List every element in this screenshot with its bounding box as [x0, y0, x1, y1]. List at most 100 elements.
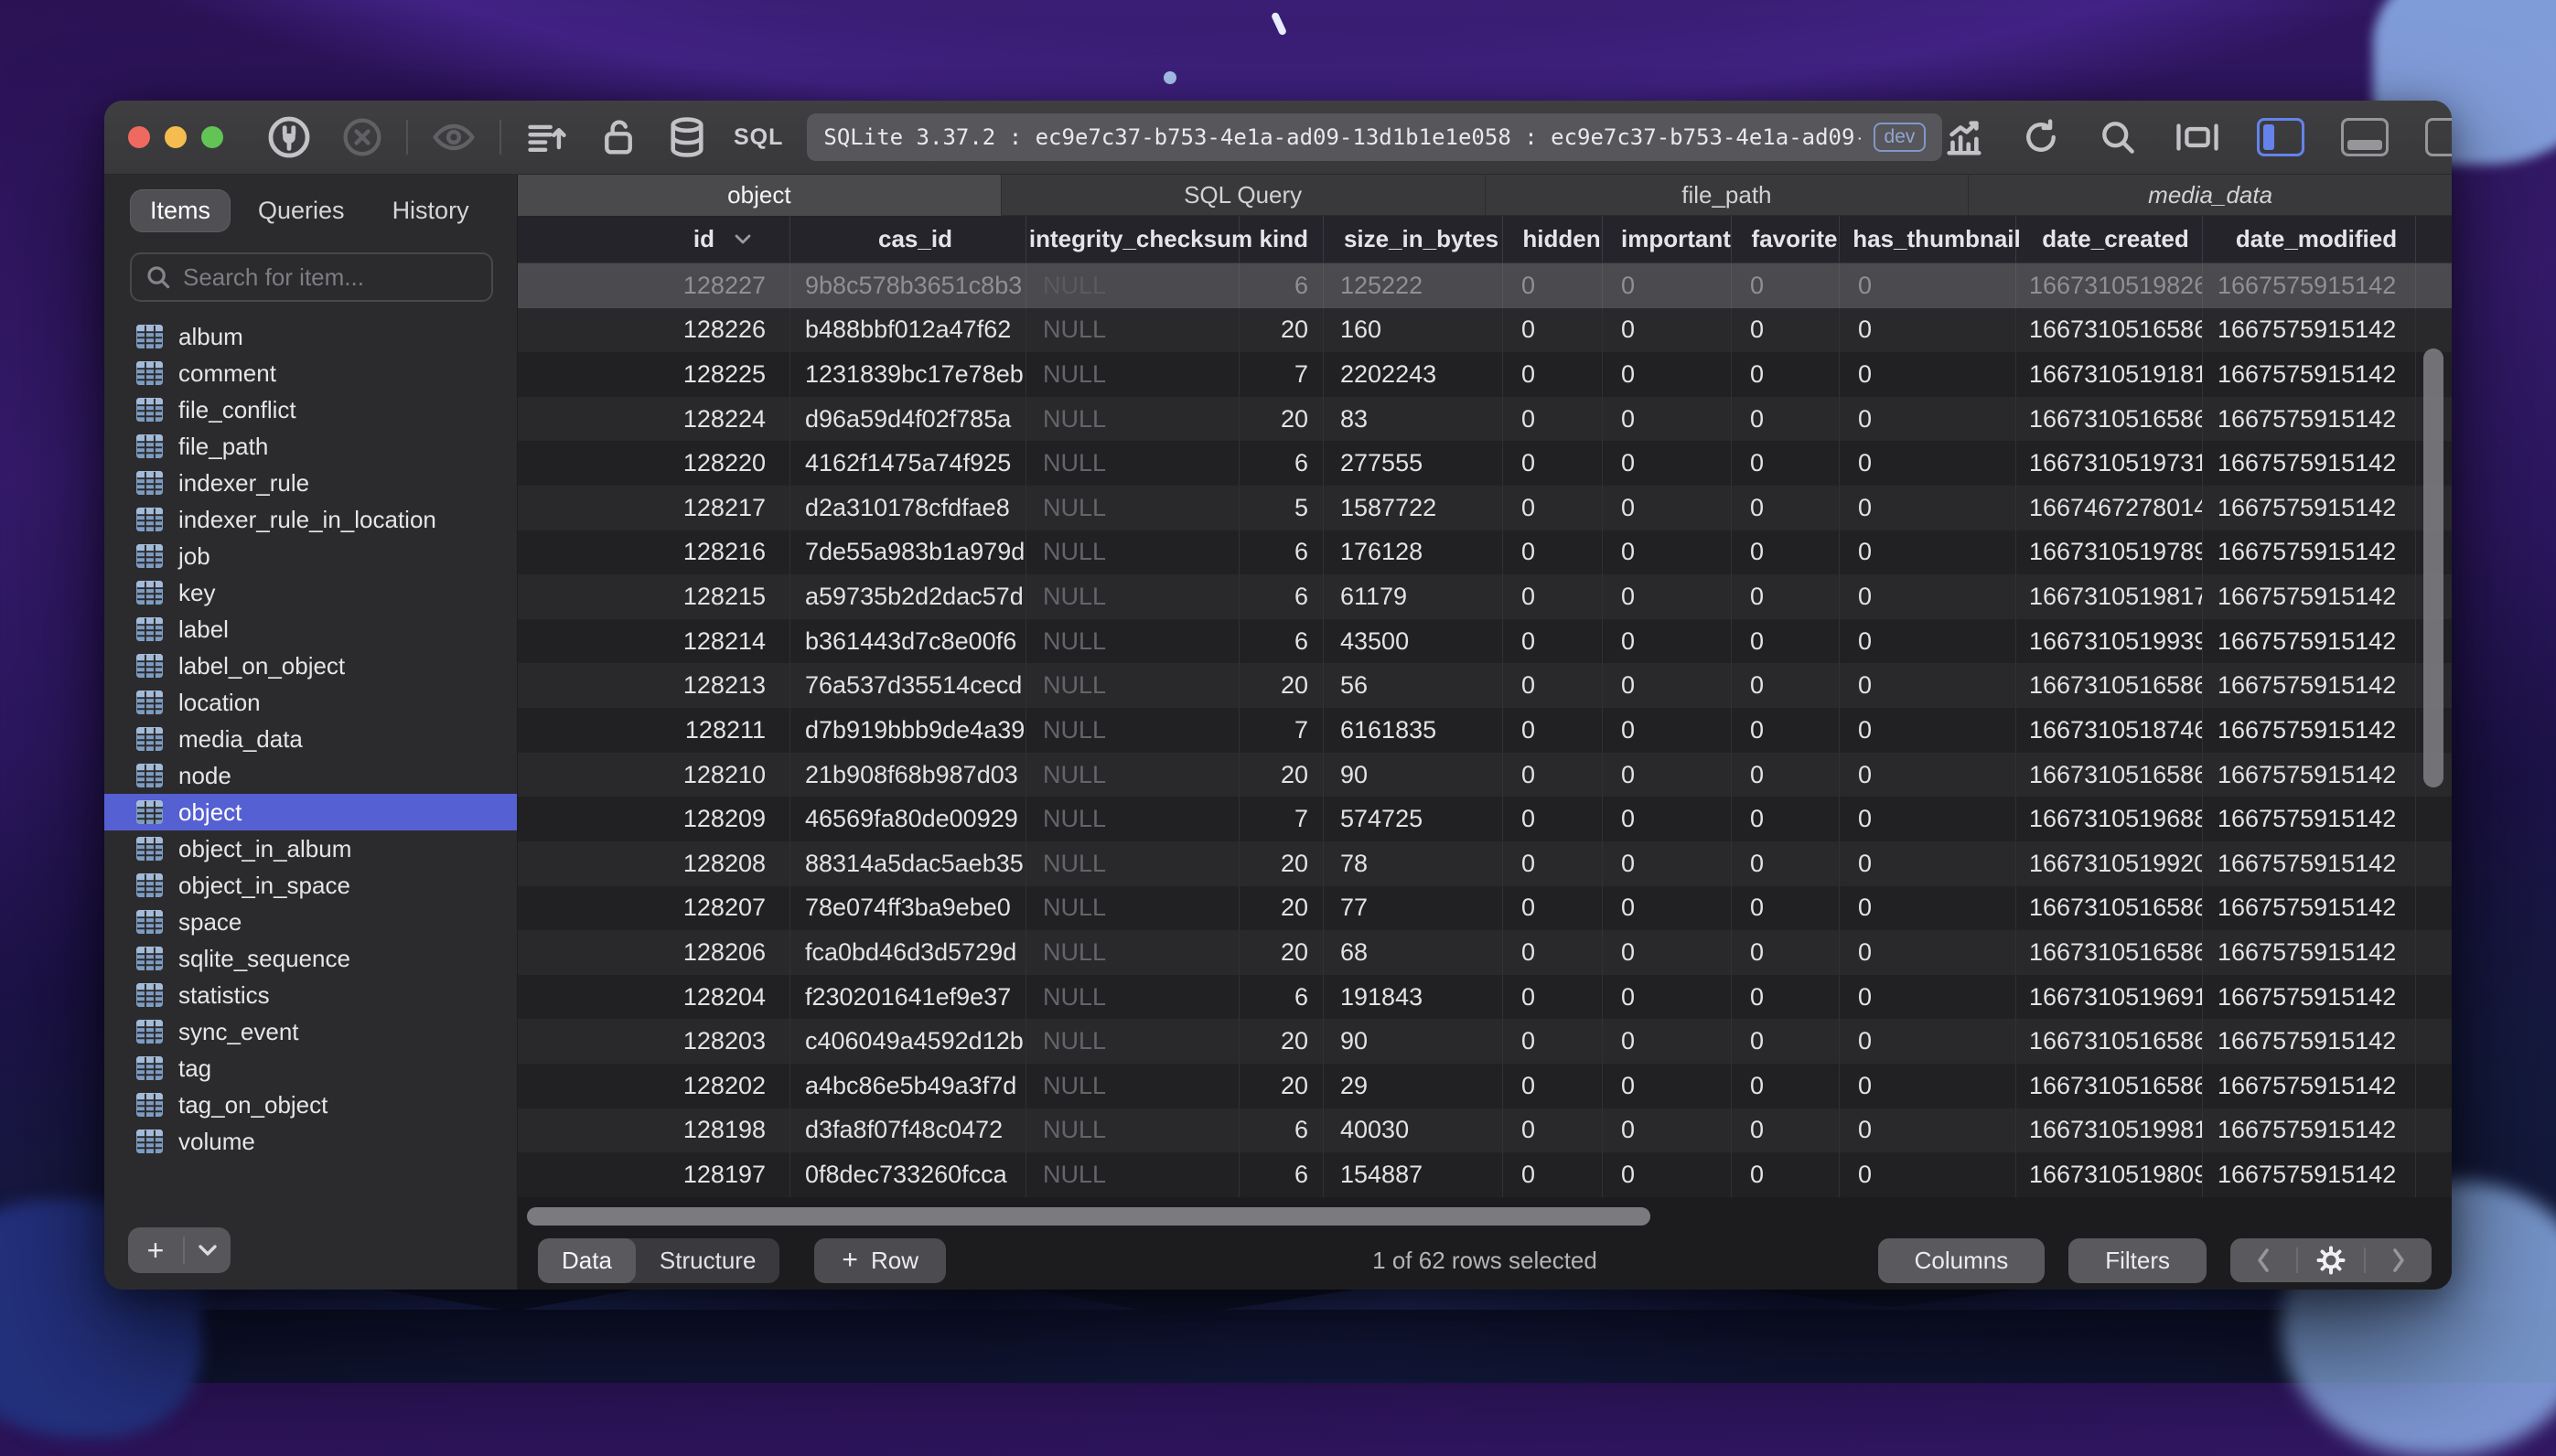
cell-favorite: 0 — [1732, 618, 1840, 664]
sidebar-item[interactable]: comment — [104, 355, 517, 391]
next-page-button[interactable] — [2366, 1238, 2432, 1282]
sidebar-tabs: Items Queries History — [104, 175, 517, 238]
connection-title-field[interactable]: SQLite 3.37.2 : ec9e7c37-b753-4e1a-ad09-… — [807, 113, 1943, 161]
table-row[interactable]: 128217 d2a310178cfdfae8 NULL 5 1587722 0… — [518, 486, 2452, 530]
cell-gutter — [2416, 797, 2452, 841]
sidebar-item[interactable]: label — [104, 611, 517, 648]
document-tab[interactable]: media_data — [1969, 175, 2452, 216]
table-row[interactable]: 128198 d3fa8f07f48c0472 NULL 6 40030 0 0… — [518, 1108, 2452, 1153]
sidebar-item[interactable]: key — [104, 574, 517, 611]
sidebar-item-label: tag_on_object — [178, 1090, 328, 1119]
dev-badge: dev — [1873, 123, 1927, 152]
column-header-cas-id[interactable]: cas_id — [790, 216, 1026, 262]
document-tab[interactable]: SQL Query — [1001, 175, 1486, 216]
previous-page-button[interactable] — [2230, 1238, 2296, 1282]
column-header-size-in-bytes[interactable]: size_in_bytes — [1324, 216, 1503, 262]
minimize-window-button[interactable] — [165, 126, 187, 148]
sidebar-item[interactable]: space — [104, 904, 517, 940]
structure-view-button[interactable]: Structure — [636, 1238, 780, 1283]
table-row[interactable]: 128213 76a537d35514cecd NULL 20 56 0 0 0… — [518, 663, 2452, 709]
sidebar-item[interactable]: indexer_rule — [104, 465, 517, 501]
sidebar-item[interactable]: volume — [104, 1123, 517, 1160]
sidebar-item[interactable]: label_on_object — [104, 648, 517, 684]
sidebar-item[interactable]: sync_event — [104, 1013, 517, 1050]
column-header-kind[interactable]: kind — [1240, 216, 1324, 262]
table-row[interactable]: 128220 4162f1475a74f925 NULL 6 277555 0 … — [518, 441, 2452, 487]
sidebar-tab[interactable]: Queries — [238, 189, 365, 232]
data-view-button[interactable]: Data — [538, 1237, 636, 1283]
table-row[interactable]: 128225 1231839bc17e78eb NULL 7 2202243 0… — [518, 352, 2452, 397]
column-header-date-created[interactable]: date_created — [2016, 216, 2203, 262]
sidebar-item[interactable]: object_in_space — [104, 867, 517, 904]
table-row[interactable]: 128214 b361443d7c8e00f6 NULL 6 43500 0 0… — [518, 618, 2452, 664]
table-row[interactable]: 128209 46569fa80de00929 NULL 7 574725 0 … — [518, 797, 2452, 841]
column-header-date-modified[interactable]: date_modified — [2203, 216, 2416, 262]
sidebar-item[interactable]: job — [104, 538, 517, 574]
column-header-has-thumbnail[interactable]: has_thumbnail — [1840, 216, 2021, 262]
add-row-button[interactable]: + Row — [814, 1237, 946, 1283]
resize-width-icon[interactable] — [2175, 119, 2220, 155]
table-row[interactable]: 128227 9b8c578b3651c8b3 NULL 6 125222 0 … — [518, 263, 2452, 308]
toggle-left-panel-icon[interactable] — [2257, 118, 2305, 156]
lock-open-icon[interactable] — [600, 116, 637, 158]
column-header-id[interactable]: id — [518, 216, 790, 262]
database-icon[interactable] — [668, 115, 706, 159]
sidebar-item[interactable]: node — [104, 757, 517, 794]
sidebar-item[interactable]: statistics — [104, 977, 517, 1013]
table-row[interactable]: 128208 88314a5dac5aeb35 NULL 20 78 0 0 0… — [518, 840, 2452, 886]
column-header-integrity-checksum[interactable]: integrity_checksum — [1026, 216, 1252, 262]
sidebar-item[interactable]: tag — [104, 1050, 517, 1087]
toggle-bottom-panel-icon[interactable] — [2341, 118, 2390, 156]
table-row[interactable]: 128215 a59735b2d2dac57d NULL 6 61179 0 0… — [518, 574, 2452, 619]
search-icon[interactable] — [2098, 117, 2138, 157]
log-list-icon[interactable] — [525, 117, 569, 157]
document-tab[interactable]: object — [518, 175, 1002, 216]
table-row[interactable]: 128203 c406049a4592d12b NULL 20 90 0 0 0… — [518, 1019, 2452, 1064]
table-row[interactable]: 128206 fca0bd46d3d5729d NULL 20 68 0 0 0… — [518, 930, 2452, 975]
filters-button[interactable]: Filters — [2068, 1237, 2207, 1283]
sidebar-tab[interactable]: Items — [130, 189, 231, 232]
sidebar-item[interactable]: sqlite_sequence — [104, 940, 517, 977]
add-item-combo-button[interactable]: + — [128, 1227, 231, 1273]
document-tab[interactable]: file_path — [1485, 175, 1970, 216]
table-row[interactable]: 128211 d7b919bbb9de4a39 NULL 7 6161835 0… — [518, 708, 2452, 753]
zoom-window-button[interactable] — [201, 126, 223, 148]
refresh-icon[interactable] — [2021, 116, 2061, 158]
connect-icon[interactable] — [267, 115, 311, 159]
sidebar-item[interactable]: tag_on_object — [104, 1087, 517, 1123]
table-row[interactable]: 128216 7de55a983b1a979d NULL 6 176128 0 … — [518, 530, 2452, 575]
table-row[interactable]: 128224 d96a59d4f02f785a NULL 20 83 0 0 0… — [518, 396, 2452, 442]
sidebar-item[interactable]: object — [104, 794, 517, 830]
sidebar-item[interactable]: indexer_rule_in_location — [104, 501, 517, 538]
toggle-right-panel-icon[interactable] — [2425, 118, 2452, 156]
column-header-favorite[interactable]: favorite — [1732, 216, 1840, 262]
cell-id: 128210 — [518, 752, 790, 798]
table-row[interactable]: 128204 f230201641ef9e37 NULL 6 191843 0 … — [518, 974, 2452, 1020]
columns-button[interactable]: Columns — [1877, 1237, 2046, 1283]
sidebar-item[interactable]: object_in_album — [104, 830, 517, 867]
column-header-hidden[interactable]: hidden — [1503, 216, 1603, 262]
table-row[interactable]: 128202 a4bc86e5b49a3f7d NULL 20 29 0 0 0… — [518, 1063, 2452, 1108]
sidebar-item[interactable]: file_conflict — [104, 391, 517, 428]
cell-size-in-bytes: 1587722 — [1324, 486, 1503, 530]
add-icon[interactable]: + — [128, 1229, 183, 1271]
horizontal-scrollbar[interactable] — [527, 1207, 1650, 1226]
column-header-important[interactable]: important — [1603, 216, 1732, 262]
chart-icon[interactable] — [1942, 116, 1984, 158]
vertical-scrollbar[interactable] — [2423, 348, 2443, 787]
sidebar-item[interactable]: media_data — [104, 721, 517, 757]
sidebar-item[interactable]: file_path — [104, 428, 517, 465]
chevron-down-icon[interactable] — [185, 1242, 231, 1258]
search-input[interactable]: Search for item... — [130, 252, 493, 302]
sidebar-tab[interactable]: History — [372, 189, 489, 232]
sidebar-item[interactable]: album — [104, 318, 517, 355]
cell-size-in-bytes: 90 — [1324, 1019, 1503, 1064]
settings-button[interactable] — [2298, 1238, 2364, 1282]
table-row[interactable]: 128226 b488bbf012a47f62 NULL 20 160 0 0 … — [518, 307, 2452, 353]
table-row[interactable]: 128210 21b908f68b987d03 NULL 20 90 0 0 0… — [518, 752, 2452, 798]
cell-favorite: 0 — [1732, 797, 1840, 841]
table-row[interactable]: 128207 78e074ff3ba9ebe0 NULL 20 77 0 0 0… — [518, 885, 2452, 931]
table-row[interactable]: 128197 0f8dec733260fcca NULL 6 154887 0 … — [518, 1152, 2452, 1197]
sidebar-item[interactable]: location — [104, 684, 517, 721]
close-window-button[interactable] — [128, 126, 150, 148]
